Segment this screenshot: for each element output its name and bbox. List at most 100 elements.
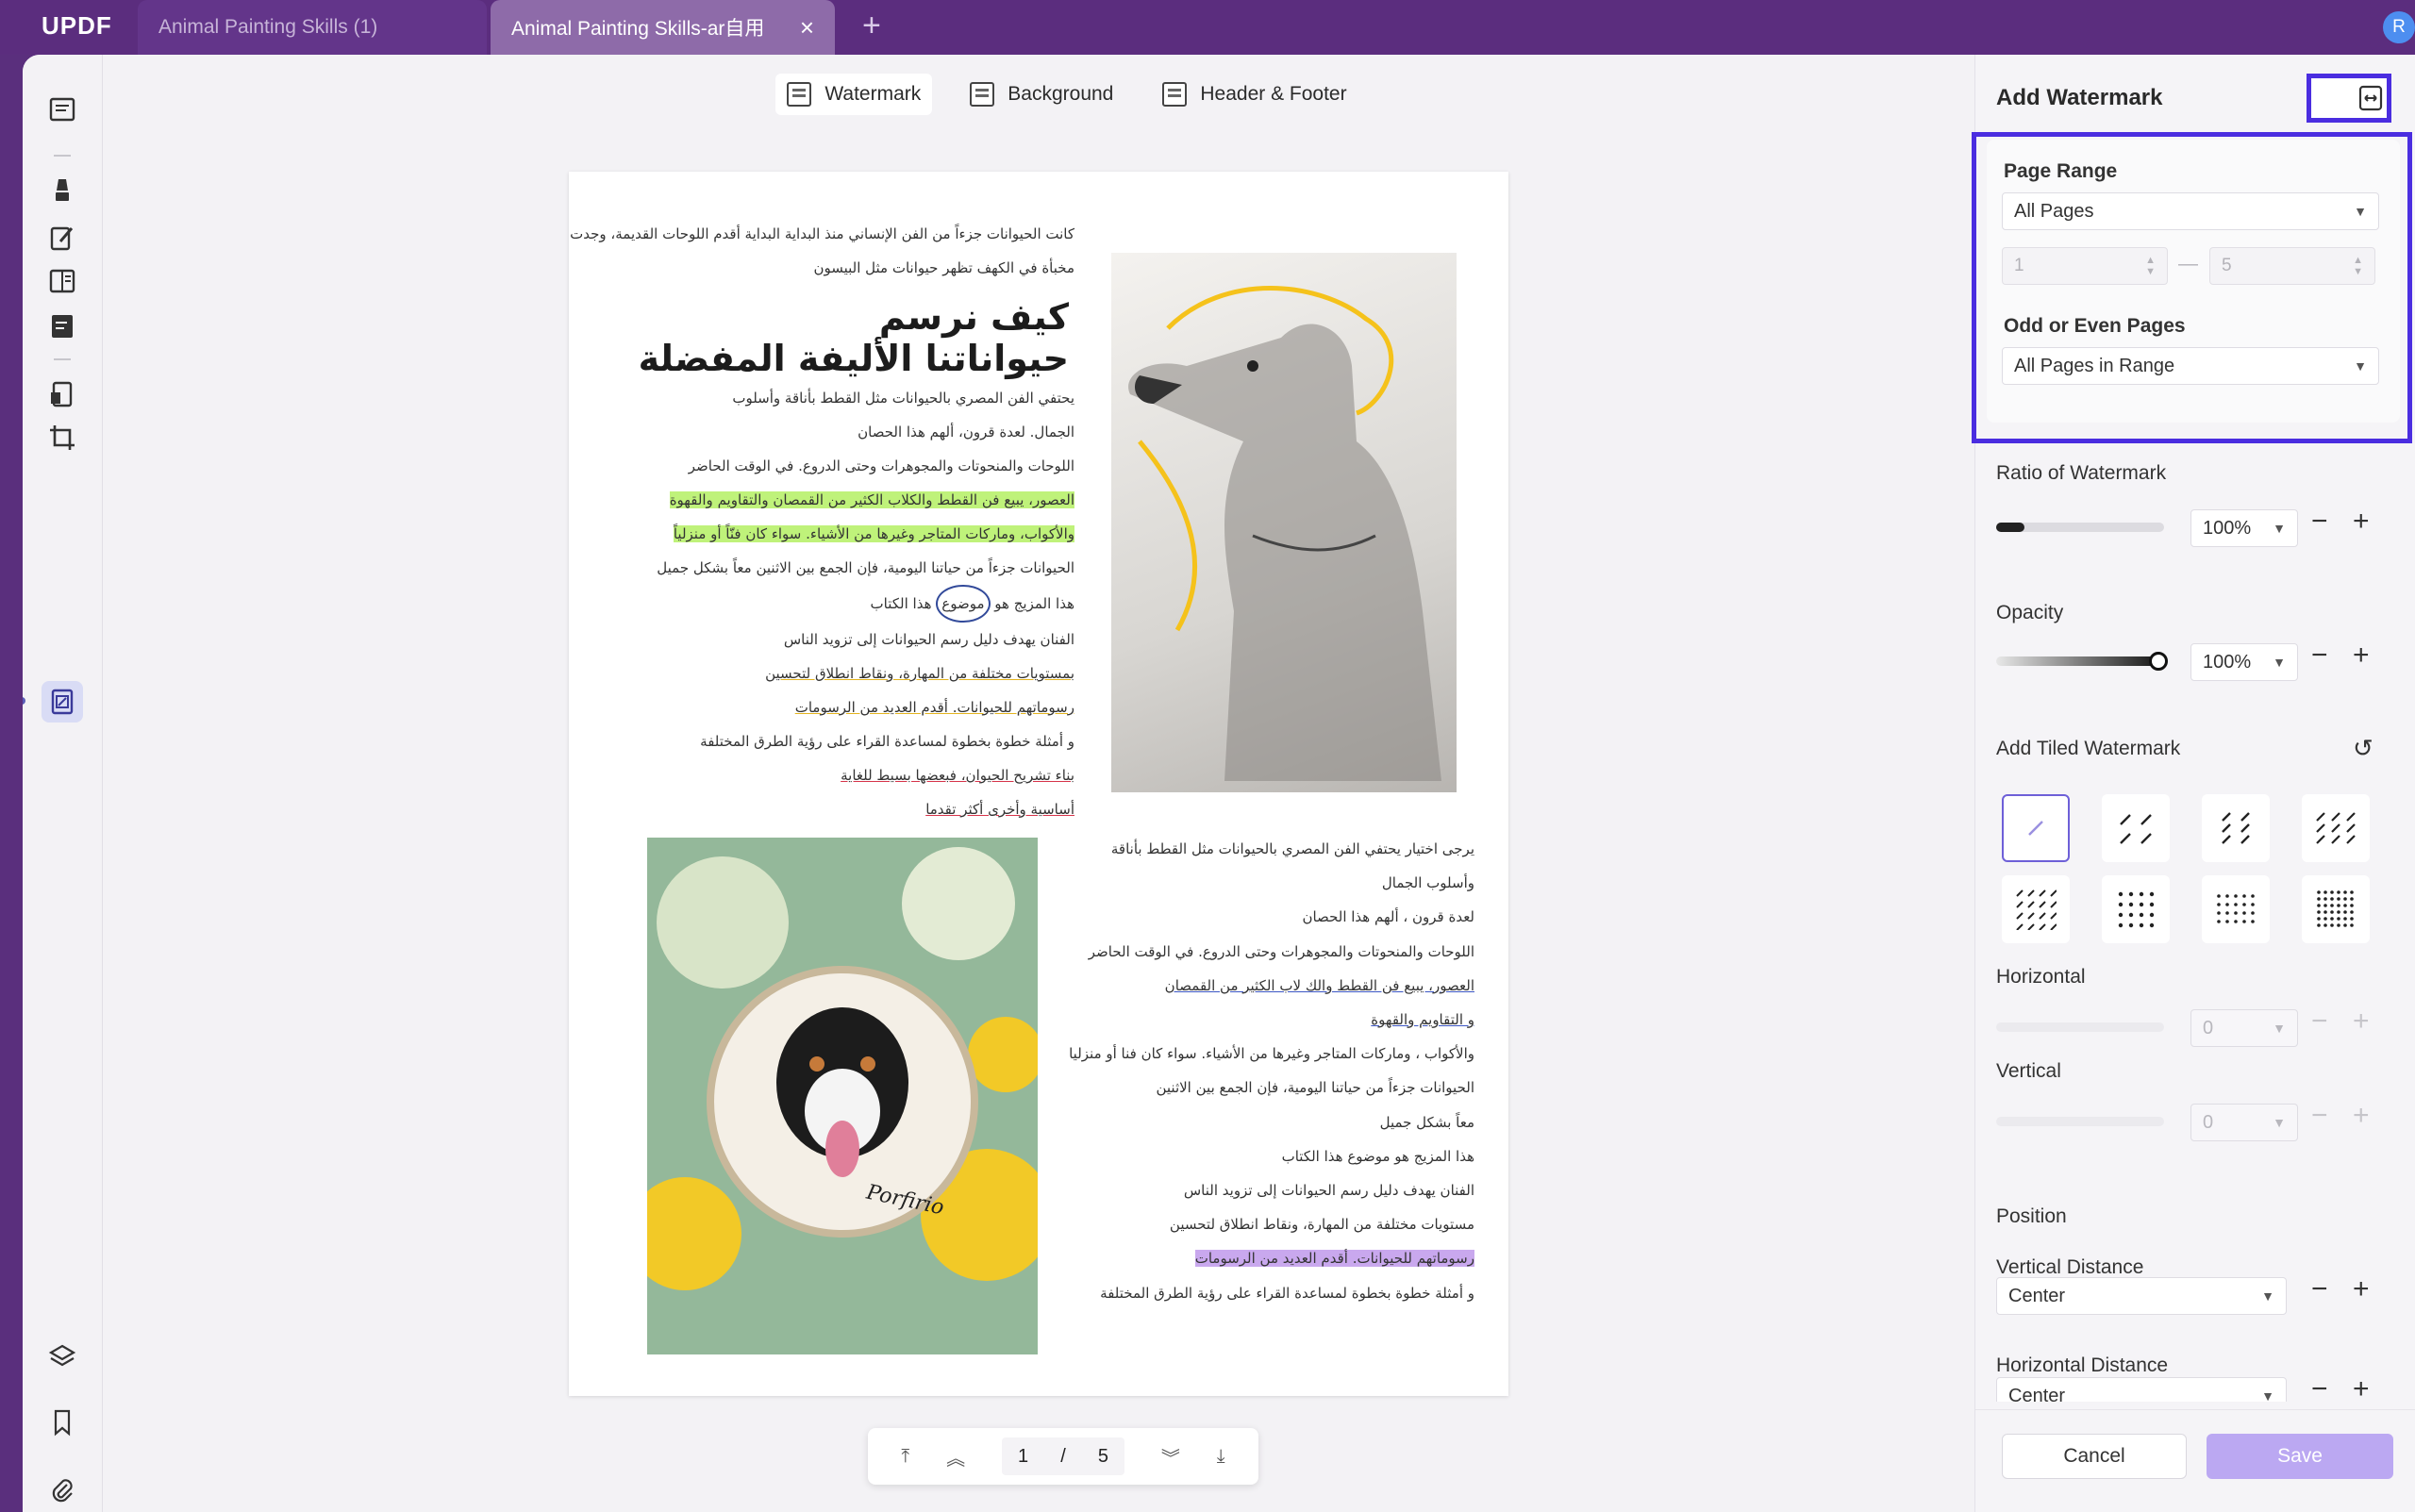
tile-option-2x2[interactable]	[2102, 794, 2170, 862]
tile-option-5x5[interactable]	[2202, 875, 2270, 943]
header-footer-tab[interactable]: Header & Footer	[1151, 74, 1357, 115]
reader-icon[interactable]	[42, 89, 83, 130]
heading-line: كيف نرسم	[878, 296, 1069, 338]
pdf-page[interactable]: كانت الحيوانات جزءاً من الفن الإنساني من…	[569, 172, 1508, 1396]
text-line: معاً بشكل جميل	[1379, 1113, 1474, 1131]
tile-option-1x1[interactable]	[2002, 794, 2070, 862]
horizontal-increase-button[interactable]: +	[2353, 1005, 2370, 1038]
underlined-text: رسوماتهم للحيوانات. أقدم العديد من الرسو…	[794, 699, 1074, 716]
ratio-label: Ratio of Watermark	[1996, 462, 2167, 484]
text-line: اللوحات والمنحوتات والمجوهرات وحتى الدرو…	[1088, 942, 1474, 960]
opacity-slider-thumb[interactable]	[2149, 652, 2168, 671]
current-page[interactable]: 1	[1018, 1446, 1028, 1468]
convert-icon[interactable]	[42, 374, 83, 415]
chevron-down-icon: ▼	[2273, 521, 2286, 536]
horizontal-distance-value: Center	[2008, 1385, 2066, 1403]
vertical-value: 0	[2203, 1111, 2214, 1133]
tab-animal-painting-skills-1[interactable]: Animal Painting Skills (1)	[138, 0, 487, 55]
ratio-decrease-button[interactable]: −	[2311, 506, 2328, 538]
horizontal-value: 0	[2203, 1017, 2214, 1038]
title-bar: UPDF Animal Painting Skills (1) Animal P…	[0, 0, 2415, 55]
horizontal-label: Horizontal	[1996, 966, 2086, 988]
avatar[interactable]: R	[2383, 11, 2415, 43]
background-tab[interactable]: Background	[958, 74, 1124, 115]
vertical-slider[interactable]	[1996, 1117, 2164, 1126]
tab-animal-painting-skills-ar[interactable]: Animal Painting Skills-ar自用 ×	[491, 0, 835, 55]
form-icon[interactable]	[42, 306, 83, 347]
tile-option-3x3[interactable]	[2302, 794, 2370, 862]
tiled-label: Add Tiled Watermark	[1996, 738, 2181, 759]
watermark-tab[interactable]: Watermark	[775, 74, 933, 115]
new-tab-button[interactable]: +	[862, 8, 881, 44]
rail-divider	[54, 155, 71, 157]
horizontal-decrease-button[interactable]: −	[2311, 1005, 2328, 1038]
vertical-distance-value: Center	[2008, 1285, 2066, 1306]
vertical-decrease-button[interactable]: −	[2311, 1100, 2328, 1132]
close-icon[interactable]: ×	[800, 13, 814, 42]
layers-icon[interactable]	[42, 1336, 83, 1377]
page-tools-icon[interactable]	[42, 681, 83, 723]
position-label: Position	[1996, 1205, 2067, 1227]
opacity-decrease-button[interactable]: −	[2311, 640, 2328, 672]
tile-option-4x4[interactable]	[2002, 875, 2070, 943]
left-toolbar	[23, 55, 103, 1512]
ratio-select[interactable]: 100% ▼	[2190, 509, 2298, 547]
tile-option-4x5[interactable]	[2102, 875, 2170, 943]
horizontal-distance-label: Horizontal Distance	[1996, 1354, 2169, 1376]
vertical-distance-decrease-button[interactable]: −	[2311, 1273, 2328, 1305]
highlighter-icon[interactable]	[42, 170, 83, 211]
organize-pages-icon[interactable]	[42, 260, 83, 302]
vertical-select[interactable]: 0 ▼	[2190, 1104, 2298, 1141]
horizontal-distance-select[interactable]: Center ▼	[1996, 1377, 2287, 1402]
text-line: الجمال. لعدة قرون، ألهم هذا الحصان	[858, 424, 1074, 440]
ratio-slider[interactable]	[1996, 523, 2164, 532]
underlined-text: أساسية وأخرى أكثر تقدما	[925, 801, 1074, 818]
panel-footer-divider	[1975, 1409, 2415, 1410]
header-footer-icon	[1162, 82, 1188, 107]
crop-icon[interactable]	[42, 417, 83, 458]
last-page-icon[interactable]: ⤓	[1217, 1446, 1225, 1468]
page-number-field[interactable]: 1 / 5	[1001, 1437, 1124, 1475]
vertical-increase-button[interactable]: +	[2353, 1100, 2370, 1132]
attachment-icon[interactable]	[42, 1470, 83, 1511]
text-line: و أمثلة خطوة بخطوة لمساعدة القراء على رؤ…	[700, 733, 1074, 750]
tile-option-2x3[interactable]	[2202, 794, 2270, 862]
reset-icon[interactable]: ↺	[2353, 734, 2373, 763]
total-pages: 5	[1097, 1445, 1108, 1467]
background-icon	[970, 82, 995, 107]
opacity-increase-button[interactable]: +	[2353, 640, 2370, 672]
bookmark-icon[interactable]	[42, 1402, 83, 1443]
text-line: مستويات مختلفة من المهارة، ونقاط انطلاق …	[1169, 1216, 1474, 1234]
save-button[interactable]: Save	[2207, 1434, 2393, 1479]
horizontal-distance-decrease-button[interactable]: −	[2311, 1377, 2328, 1402]
opacity-select[interactable]: 100% ▼	[2190, 643, 2298, 681]
first-page-icon[interactable]: ⤒	[901, 1446, 909, 1468]
page-heading: كيف نرسم حيواناتنا الأليفة المفضلة	[639, 296, 1069, 379]
expand-panel-button[interactable]	[2307, 74, 2391, 123]
chevron-down-icon: ▼	[2261, 1288, 2274, 1304]
horizontal-select[interactable]: 0 ▼	[2190, 1009, 2298, 1047]
main-window: Watermark Background Header & Footer كان…	[23, 55, 2415, 1512]
next-page-icon[interactable]: ︾	[1161, 1443, 1180, 1470]
intro-paragraph: كانت الحيوانات جزءاً من الفن الإنساني من…	[570, 217, 1074, 285]
text-segment: هذا الكتاب	[870, 595, 932, 612]
header-footer-label: Header & Footer	[1200, 83, 1347, 105]
embroidery-dog-image: Porfirio	[647, 838, 1038, 1354]
text-line: لعدة قرون ، ألهم هذا الحصان	[1302, 908, 1474, 926]
horizontal-distance-increase-button[interactable]: +	[2353, 1377, 2370, 1402]
opacity-slider[interactable]	[1996, 652, 2168, 671]
text-line: الحيوانات جزءاً من حياتنا اليومية، فإن ا…	[657, 559, 1074, 576]
tile-option-6x6[interactable]	[2302, 875, 2370, 943]
vertical-distance-select[interactable]: Center ▼	[1996, 1277, 2287, 1315]
prev-page-icon[interactable]: ︽	[946, 1443, 965, 1470]
vertical-distance-increase-button[interactable]: +	[2353, 1273, 2370, 1305]
page-tools-toolbar: Watermark Background Header & Footer	[103, 74, 1974, 115]
cancel-button[interactable]: Cancel	[2002, 1434, 2187, 1479]
edit-text-icon[interactable]	[42, 217, 83, 258]
active-indicator	[23, 697, 25, 705]
highlighted-text: والأكواب، وماركات المتاجر وغيرها من الأش…	[673, 525, 1074, 542]
horizontal-slider[interactable]	[1996, 1022, 2164, 1032]
ratio-increase-button[interactable]: +	[2353, 506, 2370, 538]
text-line: كانت الحيوانات جزءاً من الفن الإنساني من…	[570, 225, 1074, 242]
text-line: وأسلوب الجمال	[1381, 874, 1474, 892]
